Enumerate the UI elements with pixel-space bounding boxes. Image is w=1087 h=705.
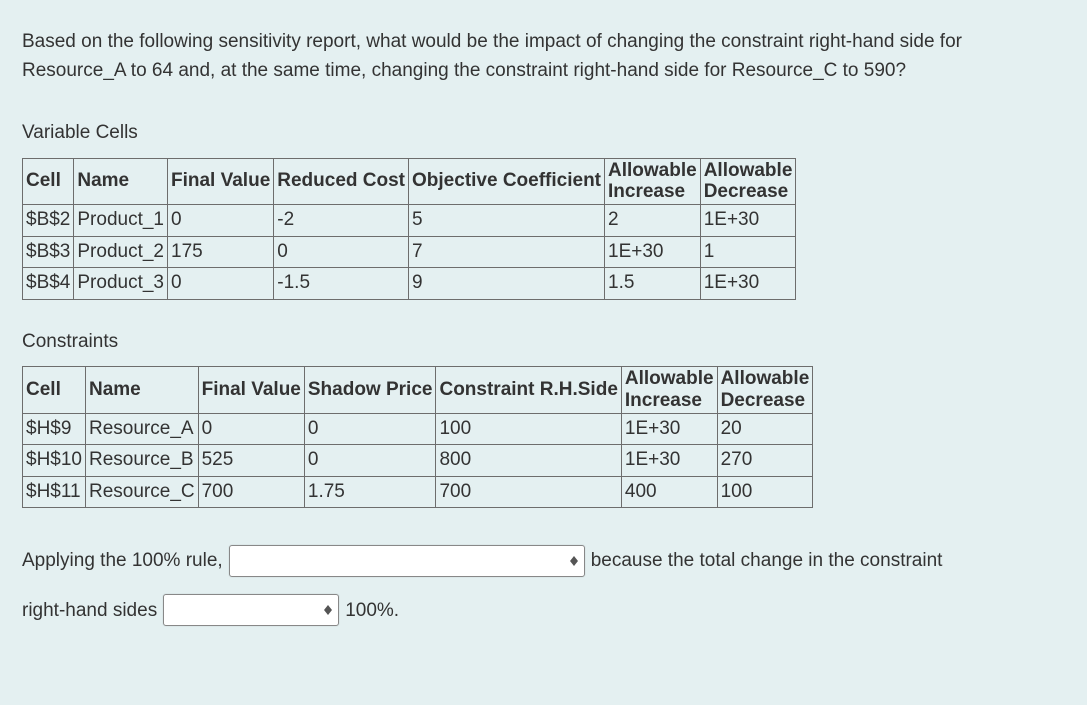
col-objective-coeff: Objective Coefficient — [409, 158, 605, 205]
col-name: Name — [86, 367, 199, 414]
table-cell: $B$3 — [23, 236, 74, 268]
table-cell: 700 — [436, 476, 621, 508]
table-cell: 100 — [717, 476, 813, 508]
question-text: Based on the following sensitivity repor… — [22, 28, 1065, 85]
table-cell: 400 — [621, 476, 717, 508]
table-cell: $B$4 — [23, 268, 74, 300]
table-cell: 5 — [409, 205, 605, 237]
table-cell: 1E+30 — [700, 205, 796, 237]
table-row: $B$3Product_2175071E+301 — [23, 236, 796, 268]
col-final-value: Final Value — [168, 158, 274, 205]
table-cell: 0 — [274, 236, 409, 268]
col-name: Name — [74, 158, 168, 205]
variable-cells-title: Variable Cells — [22, 119, 1065, 148]
chevron-updown-icon — [562, 556, 578, 566]
table-cell: 1E+30 — [621, 445, 717, 477]
col-final-value: Final Value — [198, 367, 304, 414]
col-shadow-price: Shadow Price — [304, 367, 436, 414]
variable-cells-table: Cell Name Final Value Reduced Cost Objec… — [22, 158, 796, 300]
table-cell: 0 — [168, 205, 274, 237]
table-header-row: Cell Name Final Value Reduced Cost Objec… — [23, 158, 796, 205]
table-cell: Resource_A — [86, 413, 199, 445]
table-cell: Resource_C — [86, 476, 199, 508]
table-cell: 270 — [717, 445, 813, 477]
table-cell: -1.5 — [274, 268, 409, 300]
table-cell: 0 — [304, 445, 436, 477]
table-cell: 1E+30 — [621, 413, 717, 445]
table-cell: Product_3 — [74, 268, 168, 300]
col-constraint-rhs: Constraint R.H.Side — [436, 367, 621, 414]
table-cell: Product_1 — [74, 205, 168, 237]
table-cell: 7 — [409, 236, 605, 268]
table-row: $B$2Product_10-2521E+30 — [23, 205, 796, 237]
table-cell: $H$10 — [23, 445, 86, 477]
col-cell: Cell — [23, 367, 86, 414]
table-cell: 100 — [436, 413, 621, 445]
table-cell: 0 — [168, 268, 274, 300]
col-allow-decrease: AllowableDecrease — [717, 367, 813, 414]
col-allow-increase: AllowableIncrease — [605, 158, 701, 205]
chevron-updown-icon — [316, 605, 332, 615]
table-cell: 9 — [409, 268, 605, 300]
constraints-title: Constraints — [22, 328, 1065, 357]
answer-select-1[interactable] — [229, 545, 585, 577]
table-row: $H$11Resource_C7001.75700400100 — [23, 476, 813, 508]
answer-text-1: Applying the 100% rule, — [22, 536, 223, 585]
table-cell: 0 — [198, 413, 304, 445]
table-cell: -2 — [274, 205, 409, 237]
table-cell: 800 — [436, 445, 621, 477]
table-cell: 1E+30 — [605, 236, 701, 268]
table-header-row: Cell Name Final Value Shadow Price Const… — [23, 367, 813, 414]
constraints-table: Cell Name Final Value Shadow Price Const… — [22, 366, 813, 508]
col-cell: Cell — [23, 158, 74, 205]
col-allow-decrease: AllowableDecrease — [700, 158, 796, 205]
table-cell: 700 — [198, 476, 304, 508]
table-cell: 1E+30 — [700, 268, 796, 300]
table-cell: Product_2 — [74, 236, 168, 268]
table-cell: 1.75 — [304, 476, 436, 508]
table-cell: 175 — [168, 236, 274, 268]
table-cell: 1.5 — [605, 268, 701, 300]
table-cell: Resource_B — [86, 445, 199, 477]
table-cell: $B$2 — [23, 205, 74, 237]
answer-sentence: Applying the 100% rule, because the tota… — [22, 536, 1065, 635]
answer-text-2: because the total change in the constrai… — [591, 536, 943, 585]
table-row: $H$10Resource_B52508001E+30270 — [23, 445, 813, 477]
table-cell: 2 — [605, 205, 701, 237]
answer-text-3: right-hand sides — [22, 586, 157, 635]
table-row: $H$9Resource_A001001E+3020 — [23, 413, 813, 445]
col-reduced-cost: Reduced Cost — [274, 158, 409, 205]
table-cell: $H$11 — [23, 476, 86, 508]
col-allow-increase: AllowableIncrease — [621, 367, 717, 414]
table-cell: 0 — [304, 413, 436, 445]
answer-select-2[interactable] — [163, 594, 339, 626]
table-cell: 525 — [198, 445, 304, 477]
table-row: $B$4Product_30-1.591.51E+30 — [23, 268, 796, 300]
table-cell: $H$9 — [23, 413, 86, 445]
table-cell: 20 — [717, 413, 813, 445]
table-cell: 1 — [700, 236, 796, 268]
answer-text-4: 100%. — [345, 586, 399, 635]
